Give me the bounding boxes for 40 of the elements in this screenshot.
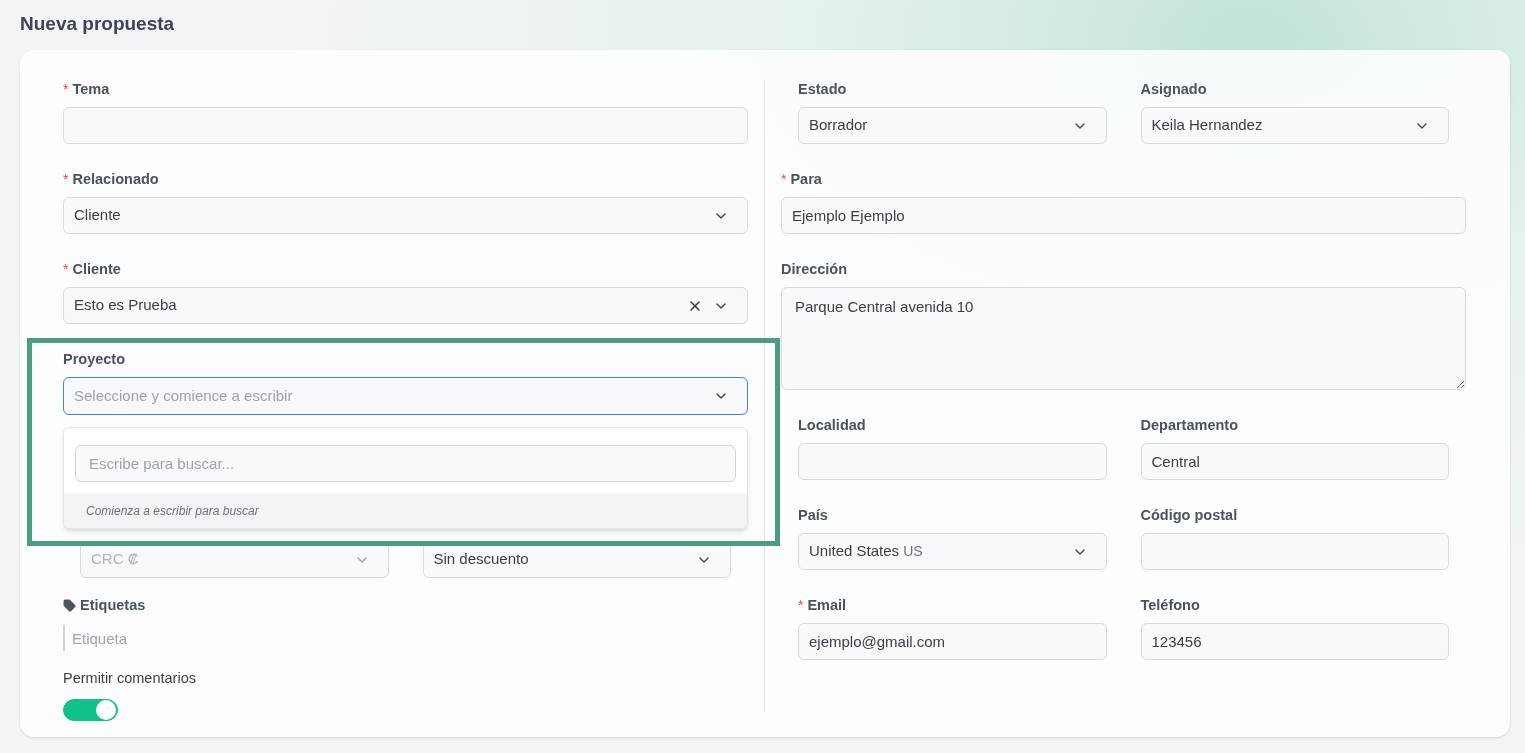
field-label: Localidad	[798, 415, 866, 435]
text-field[interactable]: ejemplo@gmail.com	[798, 623, 1107, 660]
field-label: Email	[807, 595, 847, 615]
field-label: Estado	[798, 79, 847, 99]
text-field[interactable]	[63, 107, 748, 144]
text-field[interactable]: Ejemplo Ejemplo	[781, 197, 1466, 234]
text-field[interactable]: 123456	[1140, 623, 1449, 660]
required-asterisk: *	[63, 170, 69, 189]
field-label: Para	[790, 169, 822, 189]
required-asterisk: *	[63, 80, 69, 99]
text-field[interactable]: Central	[1140, 443, 1449, 480]
select-field[interactable]: Cliente	[63, 197, 748, 234]
text-field[interactable]	[798, 443, 1107, 480]
comments-toggle[interactable]	[63, 698, 118, 721]
page-title: Nueva propuesta	[20, 12, 176, 36]
text-field[interactable]	[1140, 533, 1449, 570]
address-field[interactable]: Parque Central avenida 10	[781, 287, 1466, 390]
search-field[interactable]: Escribe para buscar...	[75, 445, 736, 482]
select-field[interactable]: United States US	[798, 533, 1107, 570]
field-label: Etiquetas	[80, 595, 146, 615]
field-label: País	[798, 505, 828, 525]
field-label: Tema	[72, 79, 110, 99]
required-asterisk: *	[781, 170, 787, 189]
tag-icon	[63, 599, 76, 612]
select-field[interactable]: Keila Hernandez	[1140, 107, 1449, 144]
required-asterisk: *	[798, 596, 804, 615]
field-label: Teléfono	[1140, 595, 1200, 615]
tag-field[interactable]: Etiqueta	[63, 625, 183, 651]
select-field[interactable]: Borrador	[798, 107, 1107, 144]
field-label: Relacionado	[72, 169, 159, 189]
field-label: Código postal	[1140, 505, 1238, 525]
required-asterisk: *	[63, 260, 69, 279]
field-label: Cliente	[72, 259, 121, 279]
field-label: Asignado	[1140, 79, 1207, 99]
field-label: Departamento	[1140, 415, 1238, 435]
search-hint: Comienza a escribir para buscar	[86, 502, 259, 520]
field-label: Dirección	[781, 259, 848, 279]
field-label: Permitir comentarios	[63, 669, 197, 688]
field-label: Proyecto	[63, 349, 126, 369]
select-field[interactable]: Esto es Prueba	[63, 287, 748, 324]
